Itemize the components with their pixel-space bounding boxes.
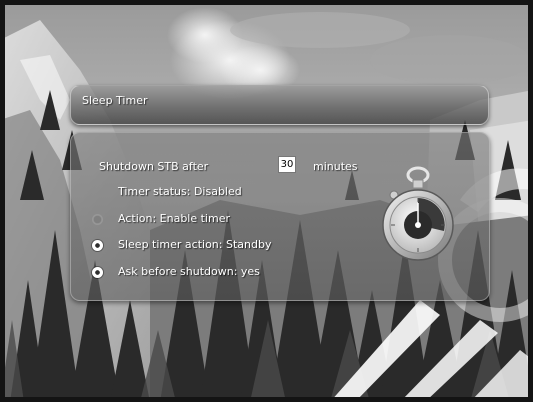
tv-screen: Sleep Timer Shutdown STB after 30 minute… xyxy=(0,0,533,402)
stopwatch-icon xyxy=(382,166,454,261)
shutdown-minutes-input[interactable]: 30 xyxy=(279,157,295,172)
option-label: Action: Enable timer xyxy=(118,212,230,225)
radio-button-icon xyxy=(92,214,103,225)
option-label: Sleep timer action: Standby xyxy=(118,238,272,251)
dialog-title-bar: Sleep Timer xyxy=(70,85,489,125)
radio-button-icon xyxy=(92,240,103,251)
shutdown-unit-label: minutes xyxy=(313,160,358,173)
shutdown-label: Shutdown STB after xyxy=(99,160,209,173)
option-label: Ask before shutdown: yes xyxy=(118,265,260,278)
radio-button-icon xyxy=(92,267,103,278)
dialog-title: Sleep Timer xyxy=(82,94,148,107)
timer-status-text: Timer status: Disabled xyxy=(118,185,242,198)
